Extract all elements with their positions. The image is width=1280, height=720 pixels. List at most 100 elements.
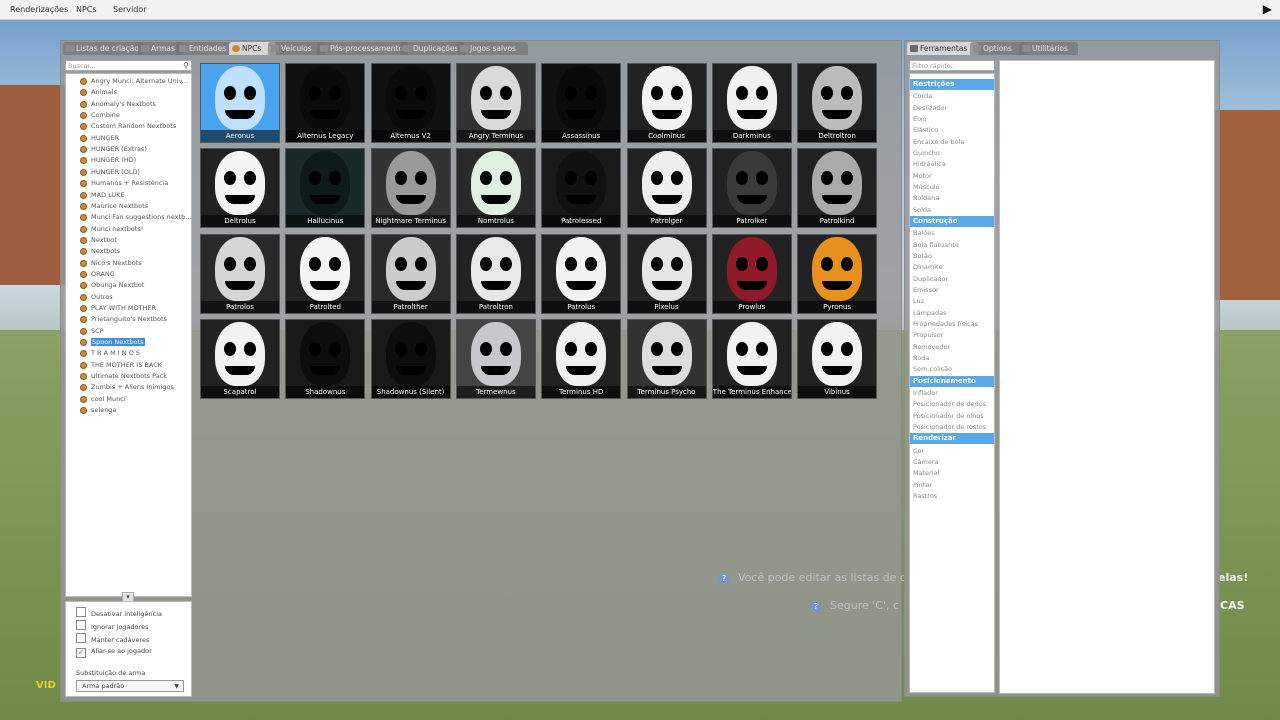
checkbox-icon[interactable] xyxy=(76,620,86,630)
tab-ferramentas[interactable]: Ferramentas xyxy=(907,42,978,55)
npc-icon-patroltron[interactable]: Patroltron xyxy=(455,233,536,314)
tool-item-pintar[interactable]: Pintar xyxy=(913,480,932,491)
category-item-play-with-mother[interactable]: PLAY WITH MOTHER xyxy=(80,303,156,314)
tool-item-cor[interactable]: Cor xyxy=(913,446,924,457)
category-item-angry-munci-alternate-univ[interactable]: Angry Munci: Alternate Univ... xyxy=(80,76,188,87)
tab-entidades[interactable]: Entidades xyxy=(176,42,237,55)
tool-item-corda[interactable]: Corda xyxy=(913,91,932,102)
tool-item-sem-colisao[interactable]: Sem colisão xyxy=(913,364,952,375)
tool-item-bola-flutuante[interactable]: Bola flutuante xyxy=(913,240,959,251)
npc-icon-coolminus[interactable]: Coolminus xyxy=(626,63,707,143)
npc-icon-pyronus[interactable]: Pyronus xyxy=(797,233,878,314)
option-ally-player[interactable]: ✓ Aliar-se ao jogador xyxy=(76,646,152,658)
quick-filter-input[interactable]: Filtro rápido... xyxy=(909,60,995,71)
tab-jogos-salvos[interactable]: Jogos salvos xyxy=(457,42,528,55)
category-item-selenga[interactable]: selenga xyxy=(80,405,116,416)
tool-item-elastico[interactable]: Elástico xyxy=(913,125,938,136)
npc-icon-patrolger[interactable]: Patrolger xyxy=(626,148,707,229)
tool-item-camera[interactable]: Câmera xyxy=(913,457,939,468)
npc-icon-the-terminus-enhance[interactable]: The Terminus Enhance xyxy=(711,318,792,399)
tool-item-baloes[interactable]: Balões xyxy=(913,228,935,239)
menu-servidor[interactable]: Servidor xyxy=(113,5,147,14)
npc-icon-aeronus[interactable]: Aeronus xyxy=(200,63,280,143)
tool-item-inflador[interactable]: Inflador xyxy=(913,388,938,399)
option-keep-corpses[interactable]: Manter cadáveres xyxy=(76,633,149,644)
category-item-scp[interactable]: SCP xyxy=(80,326,104,337)
tool-item-solda[interactable]: Solda xyxy=(913,205,931,216)
search-input[interactable]: Buscar... ⚲ xyxy=(65,60,192,71)
category-item-hunger-hd[interactable]: HUNGER (HD) xyxy=(80,155,136,166)
npc-icon-termewnus[interactable]: Termewnus xyxy=(455,318,536,399)
category-item-nextbots[interactable]: Nextbots xyxy=(80,246,120,257)
category-item-anomaly-s-nextbots[interactable]: Anomaly's Nextbots xyxy=(80,99,156,110)
npc-icon-prowlus[interactable]: Prowlus xyxy=(711,233,792,314)
npc-icon-pixelus[interactable]: Pixelus xyxy=(626,233,707,314)
category-item-custom-random-nextbots[interactable]: Custom Random Nextbots xyxy=(80,121,176,132)
category-item-spoon-nextbots[interactable]: Spoon Nextbots xyxy=(80,337,145,348)
npc-icon-darkminus[interactable]: Darkminus xyxy=(711,63,792,143)
category-item-maurice-nextbots[interactable]: Maurice Nextbots xyxy=(80,201,148,212)
category-item-humanos-resistencia[interactable]: Humanos + Resistência xyxy=(80,178,168,189)
tool-category-construcao[interactable]: Construção xyxy=(910,216,994,228)
tool-item-posicionador-de-rostos[interactable]: Posicionador de rostos xyxy=(913,422,986,433)
category-item-nextbot[interactable]: Nextbot xyxy=(80,235,117,246)
category-item-orang[interactable]: ORANG xyxy=(80,269,115,280)
tool-item-encaixe-de-bola[interactable]: Encaixe de bola xyxy=(913,137,964,148)
npc-icon-terminus-hd[interactable]: Terminus HD xyxy=(541,318,622,399)
npc-icon-patrolker[interactable]: Patrolker xyxy=(711,148,792,229)
category-item-the-mother-is-back[interactable]: THE MOTHER IS BACK xyxy=(80,360,162,371)
tool-item-posicionador-de-olhos[interactable]: Posicionador de olhos xyxy=(913,411,984,422)
tool-item-roda[interactable]: Roda xyxy=(913,353,929,364)
npc-icon-deltrolus[interactable]: Deltrolus xyxy=(200,148,280,229)
tool-item-propriedades-fisicas[interactable]: Propriedades físicas xyxy=(913,319,978,330)
npc-icon-patrolessed[interactable]: Patrolessed xyxy=(541,148,622,229)
tool-item-duplicador[interactable]: Duplicador xyxy=(913,274,948,285)
tool-item-lampadas[interactable]: Lâmpadas xyxy=(913,308,947,319)
category-item-hunger-extras[interactable]: HUNGER (Extras) xyxy=(80,144,147,155)
category-item-ultimate-nextbots-pack[interactable]: Ultimate Nextbots Pack xyxy=(80,371,167,382)
tool-item-rastros[interactable]: Rastros xyxy=(913,491,937,502)
npc-icon-deltroltron[interactable]: Deltroltron xyxy=(797,63,878,143)
npc-icon-patrolther[interactable]: Patrolther xyxy=(370,233,451,314)
tool-category-posicionamento[interactable]: Posicionamento xyxy=(910,375,994,387)
tool-item-material[interactable]: Material xyxy=(913,468,939,479)
tool-item-deslizador[interactable]: Deslizador xyxy=(913,103,947,114)
category-item-munci-fan-suggestions-nextb[interactable]: Munci Fan suggestions nextb... xyxy=(80,212,191,223)
npc-icon-shadownus[interactable]: Shadownus xyxy=(285,318,366,399)
npc-icon-patrolos[interactable]: Patrolos xyxy=(200,233,280,314)
category-item-munci-nextbots[interactable]: Munci nextbots! xyxy=(80,224,143,235)
tool-item-propulsor[interactable]: Propulsor xyxy=(913,330,943,341)
category-item-outros[interactable]: Outros xyxy=(80,292,113,303)
tool-item-luz[interactable]: Luz xyxy=(913,296,924,307)
npc-icon-assassinus[interactable]: Assassinus xyxy=(541,63,622,143)
category-item-cool-munci[interactable]: cool Munci xyxy=(80,394,126,405)
category-item-animals[interactable]: Animals xyxy=(80,87,117,98)
tool-item-eixo[interactable]: Eixo xyxy=(913,114,927,125)
npc-icon-nomtrolus[interactable]: Nomtrolus xyxy=(455,148,536,229)
option-disable-ai[interactable]: Desativar inteligência xyxy=(76,607,162,618)
npc-icon-patrolkind[interactable]: Patrolkind xyxy=(797,148,878,229)
npc-icon-nightmare-terminus[interactable]: Nightmare Terminus xyxy=(370,148,451,229)
category-item-t-r-a-m-i-n-o-s[interactable]: T R A M I N O S xyxy=(80,348,140,359)
tool-item-posicionador-de-dedos[interactable]: Posicionador de dedos xyxy=(913,399,986,410)
npc-icon-patrolus[interactable]: Patrolus xyxy=(541,233,622,314)
tool-item-removedor[interactable]: Removedor xyxy=(913,342,950,353)
tool-item-motor[interactable]: Motor xyxy=(913,171,932,182)
category-item-obunga-nextbot[interactable]: Obunga Nextbot xyxy=(80,280,144,291)
npc-icon-terminus-psycho[interactable]: Terminus Psycho xyxy=(626,318,707,399)
category-item-nico-s-nextbots[interactable]: Nico's Nextbots xyxy=(80,258,142,269)
checkbox-icon[interactable] xyxy=(76,633,86,643)
checkbox-icon[interactable] xyxy=(76,607,86,617)
tool-item-guincho[interactable]: Guincho xyxy=(913,148,940,159)
tab-utilitarios[interactable]: Utilitários xyxy=(1019,42,1078,55)
tool-category-renderizar[interactable]: Renderizar xyxy=(910,433,994,445)
category-item-prietanguito-s-nextbots[interactable]: Prietanguito's Nextbots xyxy=(80,314,167,325)
search-icon[interactable]: ⚲ xyxy=(183,60,189,71)
menu-renderizacoes[interactable]: Renderizações xyxy=(10,5,68,14)
tab-pos-processamento[interactable]: Pós-processamento xyxy=(317,42,408,55)
weapon-override-select[interactable]: Arma padrão ▼ xyxy=(76,680,184,692)
category-item-hunger-old[interactable]: HUNGER (OLD) xyxy=(80,167,140,178)
npc-icon-hallucinus[interactable]: Hallucinus xyxy=(285,148,366,229)
npc-icon-alternus-legacy[interactable]: Alternus Legacy xyxy=(285,63,366,143)
menu-npcs[interactable]: NPCs xyxy=(76,5,97,14)
